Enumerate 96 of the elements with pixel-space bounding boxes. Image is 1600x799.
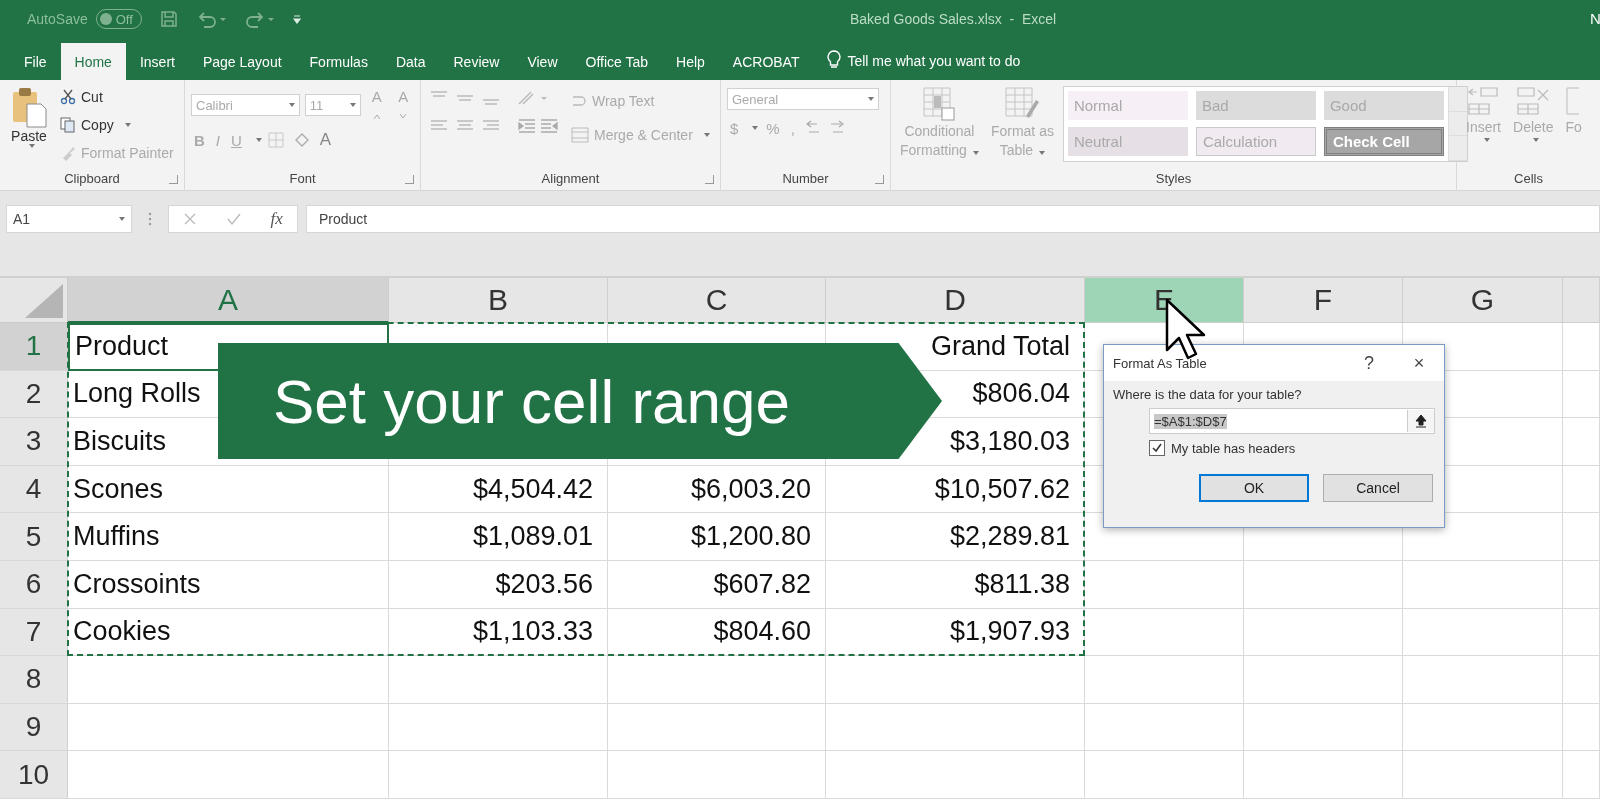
checkbox-label: My table has headers	[1171, 440, 1296, 456]
ribbon-tab[interactable]: Page Layout	[188, 43, 296, 80]
table-cell: $2,289.81	[826, 513, 1085, 561]
select-all-corner[interactable]	[0, 278, 68, 323]
column-header[interactable]: F	[1244, 278, 1403, 323]
user-initial[interactable]: N	[1590, 10, 1600, 27]
table-cell: $1,907.93	[826, 608, 1085, 657]
group-label: Styles	[1155, 170, 1192, 186]
grip-icon	[148, 212, 152, 226]
ribbon-tab[interactable]: Review	[439, 43, 514, 80]
table-cell: $4,504.42	[389, 465, 608, 514]
group-label: Number	[782, 170, 829, 186]
clipboard-icon	[11, 86, 47, 128]
group-label: Alignment	[541, 170, 600, 186]
ribbon-tab[interactable]: Home	[60, 43, 126, 80]
table-cell: Crossoints	[68, 560, 389, 609]
table-cell: Cookies	[68, 608, 389, 657]
ribbon-tab[interactable]: Formulas	[295, 43, 382, 80]
copy-icon	[60, 117, 76, 133]
headers-checkbox[interactable]	[1149, 440, 1165, 456]
close-button[interactable]: ×	[1394, 351, 1444, 375]
dialog-launcher-icon[interactable]	[875, 175, 884, 184]
row-header[interactable]: 1	[0, 323, 68, 371]
font-color-button[interactable]: A	[316, 130, 335, 150]
collapse-dialog-icon[interactable]	[1407, 410, 1434, 432]
ribbon-tab[interactable]: Office Tab	[571, 43, 663, 80]
merge-cells-icon	[571, 127, 589, 143]
row-header[interactable]: 7	[0, 608, 68, 657]
ribbon-tab[interactable]: File	[10, 43, 61, 80]
range-prompt: Where is the data for your table?	[1113, 387, 1303, 402]
ribbon-tab[interactable]: Data	[381, 43, 440, 80]
column-header[interactable]	[1563, 278, 1600, 323]
autosave-label: AutoSave	[27, 11, 88, 27]
row-header[interactable]: 6	[0, 560, 68, 609]
tell-me-search[interactable]: Tell me what you want to do	[847, 53, 1021, 69]
scissors-icon	[60, 89, 76, 105]
row-header[interactable]: 4	[0, 465, 68, 514]
dialog-title: Format As Table	[1113, 355, 1208, 371]
dialog-launcher-icon[interactable]	[705, 175, 714, 184]
cut-button[interactable]: Cut	[58, 84, 176, 110]
ribbon-tab[interactable]: Help	[662, 43, 719, 80]
dialog-launcher-icon[interactable]	[169, 175, 178, 184]
enter-icon[interactable]	[225, 212, 242, 226]
row-header[interactable]: 2	[0, 370, 68, 419]
ribbon-tab[interactable]: ACROBAT	[718, 43, 814, 80]
customize-icon[interactable]	[291, 13, 302, 25]
row-header[interactable]: 9	[0, 703, 68, 752]
column-header[interactable]: A	[68, 278, 389, 323]
name-box[interactable]: A1	[6, 205, 132, 233]
paste-button[interactable]: Paste	[6, 84, 52, 166]
row-header[interactable]: 3	[0, 418, 68, 466]
window-title: Baked Goods Sales.xlsx - Excel	[850, 11, 1057, 27]
help-button[interactable]: ?	[1344, 351, 1394, 375]
conditional-formatting-icon	[922, 86, 957, 122]
column-header[interactable]: C	[608, 278, 826, 323]
range-field[interactable]: =$A$1:$D$7	[1149, 408, 1435, 434]
ok-button[interactable]: OK	[1199, 474, 1309, 502]
table-cell: Scones	[68, 465, 389, 514]
table-cell: $203.56	[389, 560, 608, 609]
column-header[interactable]: B	[389, 278, 608, 323]
table-cell: $804.60	[608, 608, 826, 657]
group-label: Clipboard	[64, 170, 120, 186]
table-cell: $811.38	[826, 560, 1085, 609]
format-cells-icon	[1565, 86, 1580, 116]
gallery-scroll-arrows[interactable]	[1447, 87, 1467, 161]
table-cell: $607.82	[608, 560, 826, 609]
copy-button[interactable]: Copy	[58, 112, 176, 138]
ribbon-tab[interactable]: Insert	[125, 43, 189, 80]
row-header[interactable]: 5	[0, 513, 68, 561]
redo-icon[interactable]	[243, 10, 274, 28]
table-cell: $1,200.80	[608, 513, 826, 561]
save-icon[interactable]	[159, 10, 178, 28]
caret-up-icon	[373, 114, 380, 119]
column-header[interactable]: G	[1403, 278, 1563, 323]
table-cell: Muffins	[68, 513, 389, 561]
group-label: Cells	[1514, 170, 1543, 186]
group-label: Font	[289, 170, 316, 186]
ribbon-tab[interactable]: View	[513, 43, 572, 80]
cancel-icon[interactable]	[183, 212, 198, 226]
formula-input[interactable]: Product	[306, 205, 1600, 233]
column-header[interactable]: D	[826, 278, 1085, 323]
table-cell: $6,003.20	[608, 465, 826, 514]
table-cell: $1,089.01	[389, 513, 608, 561]
insert-cells-icon	[1466, 86, 1501, 116]
dialog-launcher-icon[interactable]	[405, 175, 414, 184]
lightbulb-icon	[827, 50, 842, 70]
delete-cells-icon	[1516, 86, 1551, 116]
caret-down-icon	[400, 114, 407, 119]
table-cell: $1,103.33	[389, 608, 608, 657]
table-cell: $10,507.62	[826, 465, 1085, 514]
row-header[interactable]: 10	[0, 751, 68, 799]
borders-icon[interactable]	[266, 131, 287, 149]
row-header[interactable]: 8	[0, 656, 68, 704]
cancel-button[interactable]: Cancel	[1323, 474, 1433, 502]
insert-function-button[interactable]: fx	[270, 209, 283, 229]
wrap-text-icon	[571, 93, 587, 109]
